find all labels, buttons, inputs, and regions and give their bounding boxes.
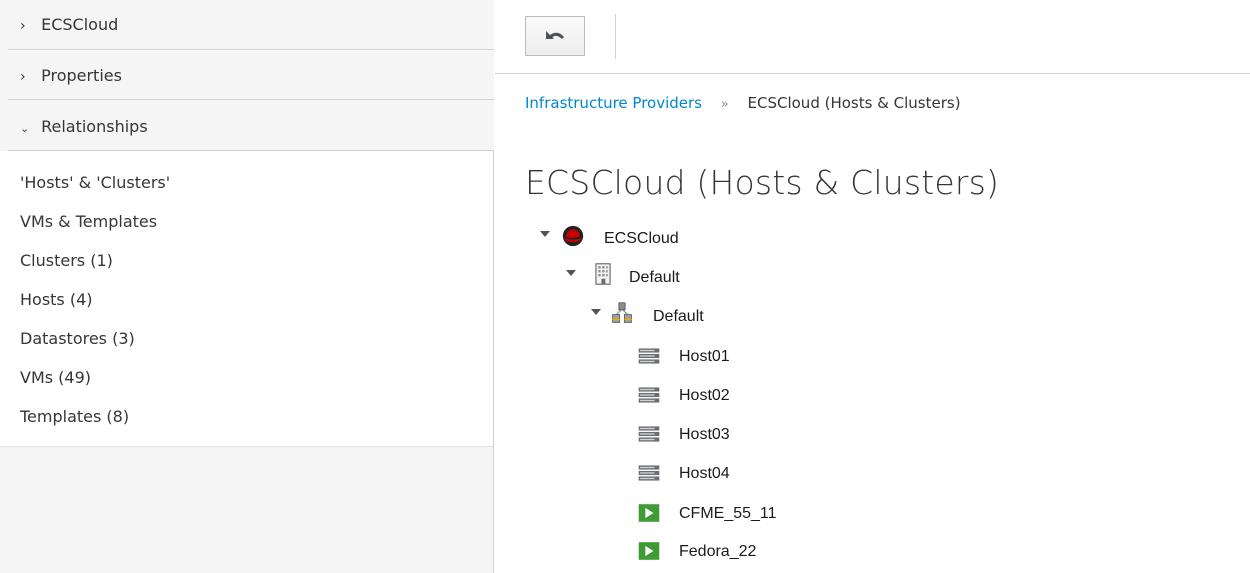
tree-node-label: Host03	[679, 426, 730, 443]
breadcrumb-infrastructure-providers[interactable]: Infrastructure Providers	[525, 94, 702, 112]
tree-node-label: Host01	[679, 348, 730, 365]
chevron-right-icon: ›	[20, 69, 26, 85]
toolbar-divider	[495, 73, 1250, 74]
rel-link-vms-templates[interactable]: VMs & Templates	[20, 212, 157, 231]
tree-node-label: CFME_55_11	[679, 505, 777, 522]
host-server-icon	[638, 348, 660, 364]
rel-link-datastores[interactable]: Datastores (3)	[20, 329, 135, 348]
page-title: ECSCloud (Hosts & Clusters)	[525, 163, 1000, 202]
chevron-down-icon: ⌄	[20, 122, 30, 135]
tree-node-label: Fedora_22	[679, 543, 757, 560]
rel-link-clusters[interactable]: Clusters (1)	[20, 251, 113, 270]
vm-running-icon	[638, 542, 660, 560]
tree-node-label: Host04	[679, 465, 730, 482]
accordion-properties[interactable]: › Properties	[8, 50, 494, 100]
expand-toggle-icon[interactable]	[566, 270, 576, 276]
accordion-label: Properties	[41, 66, 122, 85]
breadcrumb-current: ECSCloud (Hosts & Clusters)	[747, 94, 961, 112]
datacenter-icon	[595, 263, 611, 285]
rel-link-templates[interactable]: Templates (8)	[20, 407, 129, 426]
relationships-panel: 'Hosts' & 'Clusters' VMs & Templates Clu…	[0, 151, 493, 447]
tree-node-label: Host02	[679, 387, 730, 404]
accordion-label: ECSCloud	[41, 15, 119, 34]
tree-node-label: ECSCloud	[604, 230, 679, 247]
undo-arrow-icon	[546, 31, 564, 39]
rel-link-hosts-clusters[interactable]: 'Hosts' & 'Clusters'	[20, 173, 170, 192]
accordion-relationships[interactable]: ⌄ Relationships	[8, 100, 494, 151]
expand-toggle-icon[interactable]	[540, 231, 550, 237]
breadcrumb-separator: »	[720, 97, 729, 112]
expand-toggle-icon[interactable]	[591, 309, 601, 315]
vm-running-icon	[638, 504, 660, 522]
chevron-right-icon: ›	[20, 18, 26, 34]
redhat-provider-icon	[562, 225, 584, 247]
rel-link-vms[interactable]: VMs (49)	[20, 368, 91, 387]
sidebar: › ECSCloud › Properties ⌄ Relationships …	[0, 0, 494, 573]
tree-node-label: Default	[629, 269, 680, 286]
tree-node-label: Default	[653, 308, 704, 325]
host-server-icon	[638, 465, 660, 481]
back-button[interactable]	[525, 16, 585, 56]
accordion-label: Relationships	[41, 117, 148, 136]
host-server-icon	[638, 426, 660, 442]
host-server-icon	[638, 387, 660, 403]
accordion-ecscloud[interactable]: › ECSCloud	[8, 0, 494, 50]
toolbar-separator	[615, 14, 616, 59]
rel-link-hosts[interactable]: Hosts (4)	[20, 290, 93, 309]
cluster-icon	[612, 302, 632, 323]
breadcrumb: Infrastructure Providers » ECSCloud (Hos…	[525, 94, 961, 112]
